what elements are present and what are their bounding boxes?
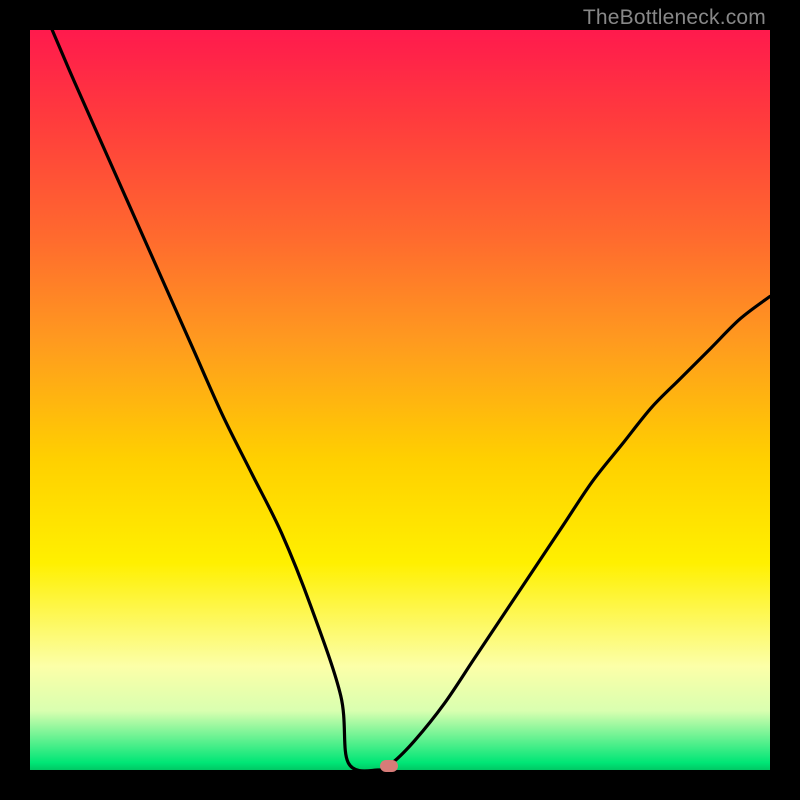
plot-area xyxy=(30,30,770,770)
attribution-text: TheBottleneck.com xyxy=(583,6,766,30)
minimum-marker xyxy=(380,760,398,772)
curve-path xyxy=(52,30,770,771)
bottleneck-curve xyxy=(30,30,770,770)
chart-frame: TheBottleneck.com xyxy=(0,0,800,800)
